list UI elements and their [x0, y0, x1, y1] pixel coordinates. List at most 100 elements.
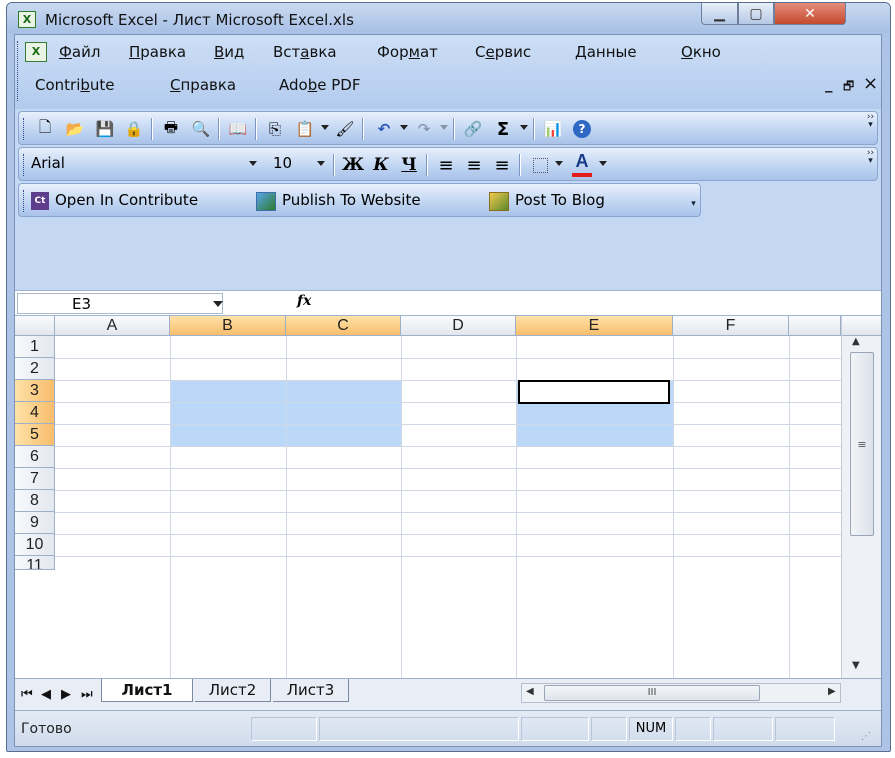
- sheet-tab-3[interactable]: Лист3: [273, 679, 349, 702]
- excel-app-icon[interactable]: X: [18, 11, 36, 28]
- autosum-dropdown-icon[interactable]: [520, 125, 528, 130]
- undo-dropdown-icon[interactable]: [400, 125, 408, 130]
- row-header-9[interactable]: 9: [15, 512, 55, 534]
- name-box-dropdown-icon[interactable]: [213, 301, 223, 307]
- last-sheet-icon[interactable]: ⏭: [81, 687, 93, 702]
- workbook-icon[interactable]: X: [25, 42, 47, 62]
- align-left-icon[interactable]: ≡: [436, 155, 456, 176]
- doc-close-button[interactable]: ×: [863, 73, 878, 94]
- row-header-3[interactable]: 3: [15, 380, 55, 402]
- scroll-down-icon[interactable]: ▼: [852, 660, 860, 671]
- insert-function-icon[interactable]: fx: [297, 293, 311, 309]
- row-header-2[interactable]: 2: [15, 358, 55, 380]
- paste-dropdown-icon[interactable]: [321, 125, 329, 130]
- row-header-1[interactable]: 1: [15, 336, 55, 358]
- save-icon[interactable]: 💾: [95, 119, 115, 139]
- row-header-8[interactable]: 8: [15, 490, 55, 512]
- scroll-right-icon[interactable]: ▶: [828, 686, 836, 697]
- align-right-icon[interactable]: ≡: [492, 155, 512, 176]
- menu-contribute[interactable]: Contribute: [35, 76, 115, 94]
- paste-icon[interactable]: 📋: [295, 119, 315, 139]
- column-header-a[interactable]: A: [55, 316, 170, 336]
- toolbar-options-icon[interactable]: ›› ▾: [866, 149, 875, 179]
- open-folder-icon[interactable]: 📂: [65, 119, 85, 139]
- menu-tools[interactable]: Сервис: [475, 43, 531, 61]
- resize-grip-icon[interactable]: ⋰: [861, 731, 871, 742]
- row-header-5[interactable]: 5: [15, 424, 55, 446]
- row-header-11[interactable]: 11: [15, 556, 55, 570]
- sheet-tab-2[interactable]: Лист2: [195, 679, 271, 702]
- menu-edit[interactable]: Правка: [129, 43, 186, 61]
- toolbar-grip[interactable]: [23, 118, 26, 140]
- help-icon[interactable]: ?: [573, 120, 591, 138]
- column-header-e[interactable]: E: [516, 316, 673, 336]
- vertical-scrollbar[interactable]: ▲ ≡ ▼: [841, 316, 881, 678]
- menubar-grip[interactable]: [17, 41, 20, 101]
- scroll-left-icon[interactable]: ◀: [526, 686, 534, 697]
- toolbar-options-icon[interactable]: ▾: [689, 200, 698, 214]
- toolbar-grip[interactable]: [23, 154, 26, 176]
- menu-format[interactable]: Формат: [377, 43, 438, 61]
- open-in-contribute-button[interactable]: Ct Open In Contribute: [30, 187, 254, 214]
- prev-sheet-icon[interactable]: ◀: [41, 687, 51, 702]
- column-header-c[interactable]: C: [286, 316, 401, 336]
- italic-button[interactable]: К: [371, 155, 391, 175]
- redo-dropdown-icon[interactable]: [440, 125, 448, 130]
- title-bar[interactable]: X Microsoft Excel - Лист Microsoft Excel…: [7, 3, 890, 33]
- scroll-up-icon[interactable]: ▲: [852, 336, 860, 347]
- borders-dropdown-icon[interactable]: [555, 161, 563, 166]
- column-header-d[interactable]: D: [401, 316, 516, 336]
- align-center-icon[interactable]: ≡: [464, 155, 484, 176]
- doc-restore-button[interactable]: 🗗: [843, 77, 854, 98]
- toolbar-options-icon[interactable]: ›› ▾: [866, 113, 875, 143]
- hyperlink-icon[interactable]: 🔗: [463, 119, 483, 139]
- active-cell-e3[interactable]: [518, 380, 670, 404]
- split-box[interactable]: [842, 316, 881, 336]
- menu-insert[interactable]: Вставка: [273, 43, 337, 61]
- new-document-icon[interactable]: 🗋: [35, 118, 55, 139]
- name-box[interactable]: E3: [17, 293, 223, 314]
- chart-wizard-icon[interactable]: 📊: [543, 119, 563, 139]
- toolbar-grip[interactable]: [23, 190, 26, 212]
- row-header-10[interactable]: 10: [15, 534, 55, 556]
- maximize-button[interactable]: ▢: [738, 3, 774, 25]
- font-color-button[interactable]: A: [571, 151, 593, 178]
- undo-icon[interactable]: ↶: [374, 119, 394, 139]
- autosum-icon[interactable]: Σ: [493, 119, 513, 140]
- print-icon[interactable]: 🖶: [161, 118, 181, 139]
- copy-icon[interactable]: ⎘: [265, 119, 285, 139]
- doc-minimize-button[interactable]: _: [825, 75, 833, 93]
- font-size-select[interactable]: 10: [269, 152, 329, 176]
- publish-to-website-button[interactable]: Publish To Website: [255, 187, 482, 214]
- vertical-scroll-thumb[interactable]: ≡: [850, 352, 874, 536]
- research-icon[interactable]: 📖: [228, 119, 248, 139]
- close-button[interactable]: ✕: [774, 3, 846, 25]
- menu-file[interactable]: Файл: [59, 43, 100, 61]
- print-preview-icon[interactable]: 🔍: [191, 119, 211, 139]
- format-painter-icon[interactable]: 🖌: [335, 119, 355, 139]
- column-header-f[interactable]: F: [673, 316, 789, 336]
- next-sheet-icon[interactable]: ▶: [61, 687, 71, 702]
- select-all-corner[interactable]: [15, 316, 55, 336]
- sheet-tab-1[interactable]: Лист1: [101, 679, 193, 702]
- menu-help[interactable]: Справка: [170, 76, 236, 94]
- minimize-button[interactable]: ▁: [701, 3, 738, 25]
- column-header-g-partial[interactable]: [789, 316, 841, 336]
- row-header-4[interactable]: 4: [15, 402, 55, 424]
- menu-window[interactable]: Окно: [681, 43, 721, 61]
- menu-data[interactable]: Данные: [575, 43, 637, 61]
- bold-button[interactable]: Ж: [342, 155, 364, 175]
- menu-adobe-pdf[interactable]: Adobe PDF: [279, 76, 360, 94]
- horizontal-scroll-thumb[interactable]: III: [544, 685, 760, 701]
- post-to-blog-button[interactable]: Post To Blog: [488, 187, 676, 214]
- horizontal-scrollbar[interactable]: ◀ III ▶: [521, 683, 841, 703]
- first-sheet-icon[interactable]: ⏮: [21, 687, 33, 702]
- formula-input[interactable]: [335, 293, 875, 314]
- column-header-b[interactable]: B: [170, 316, 286, 336]
- row-header-7[interactable]: 7: [15, 468, 55, 490]
- menu-view[interactable]: Вид: [214, 43, 244, 61]
- font-name-select[interactable]: Arial: [29, 152, 261, 176]
- permission-icon[interactable]: 🔒: [124, 119, 144, 139]
- font-color-dropdown-icon[interactable]: [599, 161, 607, 166]
- underline-button[interactable]: Ч: [399, 155, 419, 175]
